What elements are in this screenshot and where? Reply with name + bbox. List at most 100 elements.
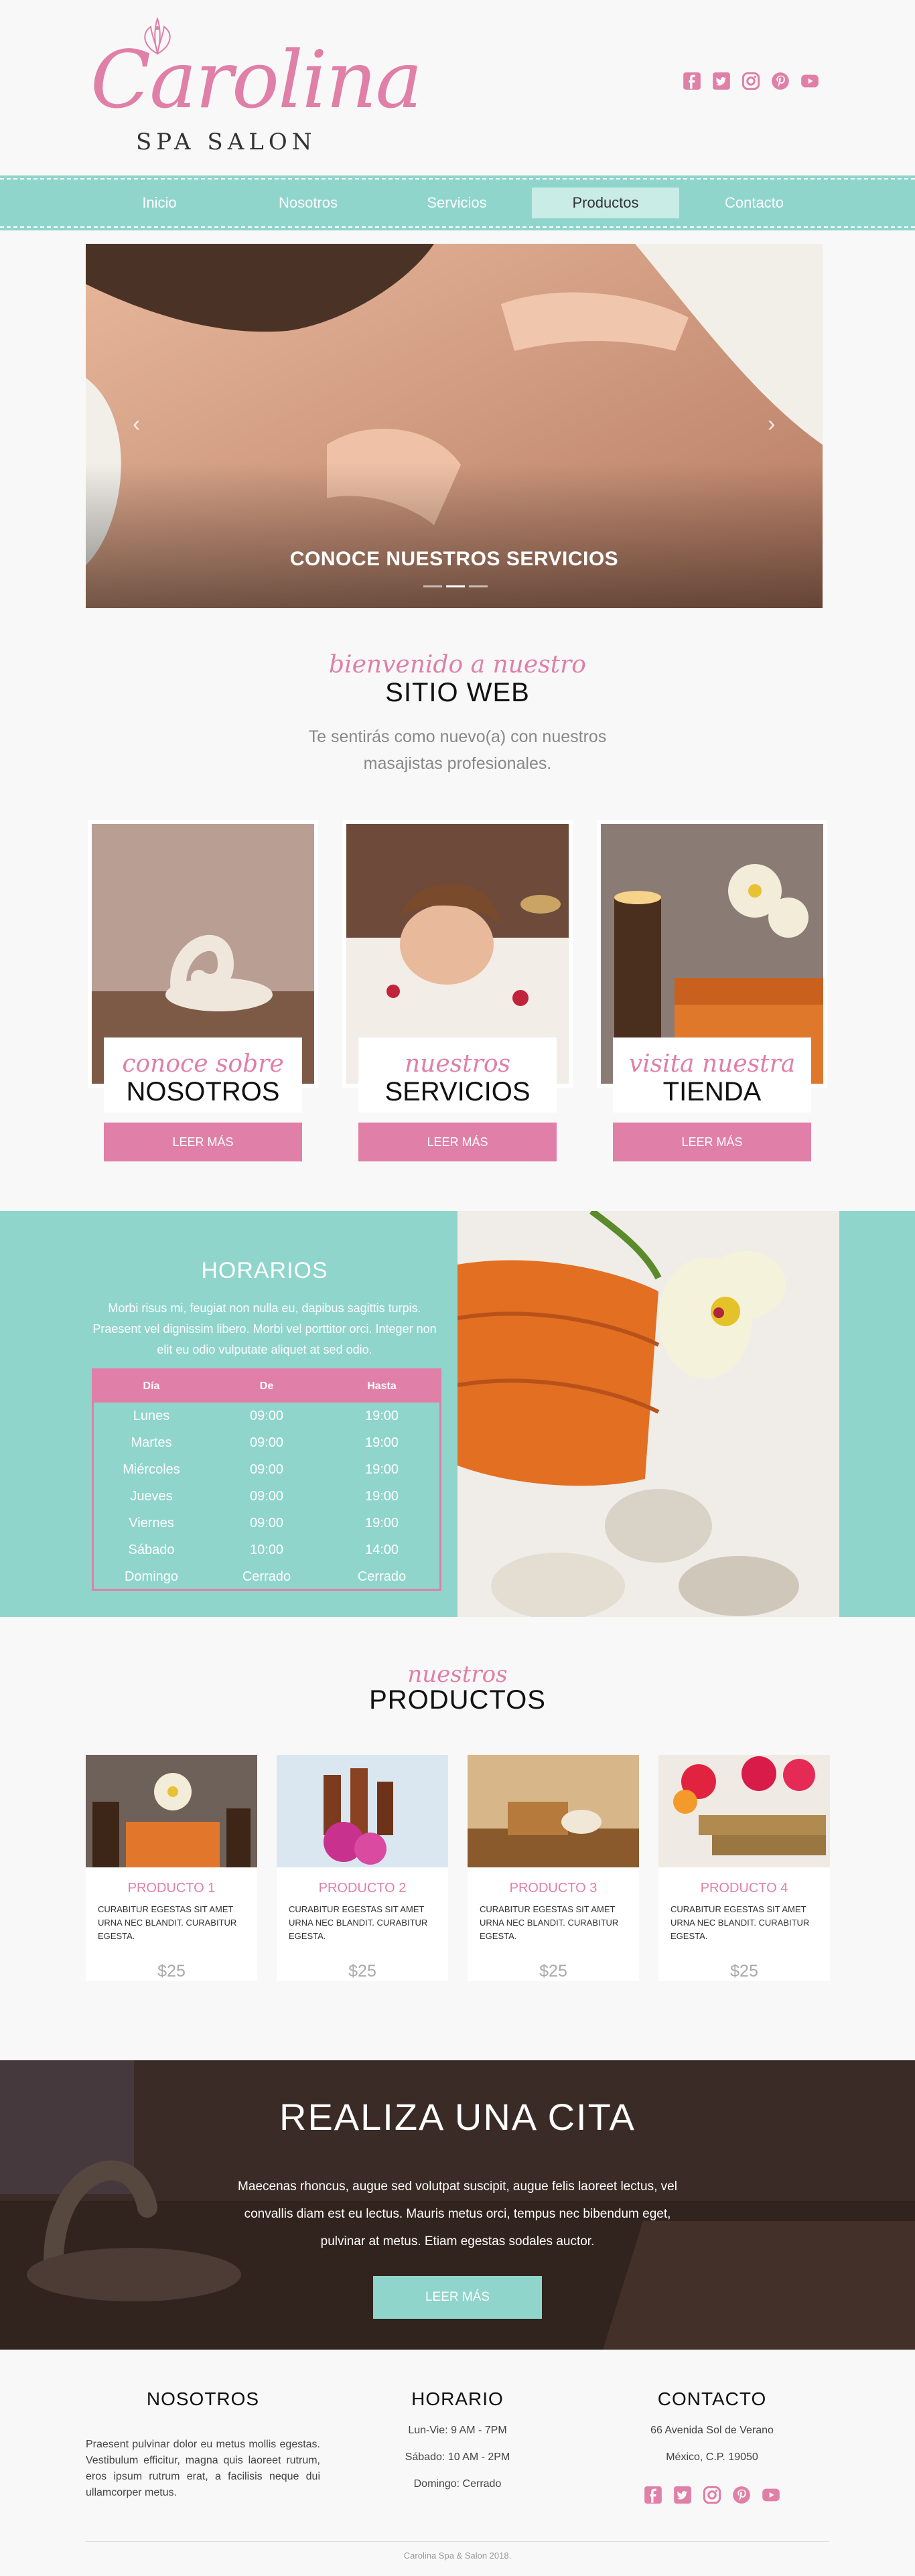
card-servicios: nuestros SERVICIOS LEER MÁS (342, 820, 573, 1161)
products-subtitle: nuestros (407, 1661, 508, 1688)
read-more-button[interactable]: LEER MÁS (358, 1123, 557, 1161)
footer-about-text: Praesent pulvinar dolor eu metus mollis … (86, 2439, 320, 2498)
table-cell: 09:00 (249, 1515, 284, 1530)
slider-caption: CONOCE NUESTROS SERVICIOS (289, 548, 619, 570)
table-cell: 10:00 (249, 1542, 284, 1557)
product-card[interactable]: PRODUCTO 3 CURABITUR EGESTAS SIT AMET UR… (468, 1755, 639, 1981)
product-name: PRODUCTO 1 (127, 1881, 216, 1895)
table-cell: Lunes (133, 1408, 170, 1423)
product-photo (86, 1755, 257, 1867)
hours-title: HORARIOS (201, 1258, 328, 1283)
header-social-links (682, 71, 820, 91)
welcome-title: SITIO WEB (385, 678, 530, 707)
read-more-button[interactable]: LEER MÁS (613, 1123, 811, 1161)
youtube-icon[interactable] (800, 71, 820, 91)
card-script: nuestros (405, 1050, 510, 1078)
product-photo (468, 1755, 639, 1867)
column-header: Hasta (367, 1380, 397, 1392)
table-cell: 14:00 (364, 1542, 399, 1557)
table-cell: Domingo (124, 1569, 179, 1584)
product-price: $25 (730, 1962, 758, 1981)
table-row: Sábado 10:00 14:00 (94, 1536, 439, 1563)
table-cell: 19:00 (364, 1461, 399, 1477)
table-row: Viernes 09:00 19:00 (94, 1510, 439, 1536)
table-cell: Jueves (130, 1488, 173, 1504)
welcome-subtitle: bienvenido a nuestro (329, 651, 586, 678)
appointment-section: REALIZA UNA CITA Maecenas rhoncus, augue… (0, 2060, 915, 2350)
slider-dot[interactable] (423, 585, 442, 587)
facebook-icon[interactable] (643, 2485, 663, 2505)
card-script: conoce sobre (122, 1050, 284, 1078)
table-cell: 19:00 (364, 1515, 399, 1530)
footer-social-links (591, 2485, 833, 2505)
nav-item-servicios[interactable]: Servicios (417, 188, 497, 218)
nav-item-inicio[interactable]: Inicio (119, 188, 200, 218)
welcome-text: Te sentirás como nuevo(a) con nuestros m… (308, 727, 607, 773)
card-title: TIENDA (662, 1077, 762, 1106)
product-photo (277, 1755, 448, 1867)
card-title: SERVICIOS (384, 1077, 531, 1106)
footer-contact-title: CONTACTO (657, 2388, 767, 2409)
card-label: conoce sobre NOSOTROS (104, 1037, 302, 1113)
hero-slider: ‹ › CONOCE NUESTROS SERVICIOS (86, 244, 823, 608)
footer-contact-line: México, C.P. 19050 (666, 2451, 758, 2463)
slider-dot-active[interactable] (446, 585, 465, 587)
card-label: nuestros SERVICIOS (358, 1037, 557, 1113)
product-card[interactable]: PRODUCTO 1 CURABITUR EGESTAS SIT AMET UR… (86, 1755, 257, 1981)
instagram-icon[interactable] (702, 2485, 722, 2505)
table-cell: Viernes (129, 1515, 174, 1530)
appointment-text: Maecenas rhoncus, augue sed volutpat sus… (238, 2179, 677, 2248)
card-script: visita nuestra (628, 1050, 796, 1078)
table-cell: Cerrado (357, 1569, 407, 1584)
hours-text: Morbi risus mi, feugiat non nulla eu, da… (92, 1301, 437, 1356)
pinterest-icon[interactable] (770, 71, 790, 91)
table-cell: 19:00 (364, 1488, 399, 1504)
card-title: NOSOTROS (126, 1077, 280, 1106)
footer-about: NOSOTROS Praesent pulvinar dolor eu metu… (86, 2388, 320, 2501)
read-more-button[interactable]: LEER MÁS (104, 1123, 302, 1161)
table-row: Domingo Cerrado Cerrado (94, 1563, 439, 1590)
table-header: Día De Hasta (94, 1370, 439, 1403)
table-row: Jueves 09:00 19:00 (94, 1483, 439, 1510)
brand-name: Carolina (90, 33, 423, 126)
slider-prev-arrow[interactable]: ‹ (133, 411, 140, 437)
table-cell: 09:00 (249, 1488, 284, 1504)
product-card[interactable]: PRODUCTO 4 CURABITUR EGESTAS SIT AMET UR… (658, 1755, 830, 1981)
pinterest-icon[interactable] (731, 2485, 752, 2505)
product-description: CURABITUR EGESTAS SIT AMET URNA NEC BLAN… (671, 1904, 810, 1941)
product-description: CURABITUR EGESTAS SIT AMET URNA NEC BLAN… (289, 1904, 428, 1941)
twitter-icon[interactable] (711, 71, 731, 91)
youtube-icon[interactable] (761, 2485, 781, 2505)
table-cell: 09:00 (249, 1435, 284, 1450)
hours-table: Día De Hasta Lunes 09:00 19:00 Martes 09:00… (92, 1368, 441, 1591)
appointment-button[interactable]: LEER MÁS (373, 2276, 542, 2319)
logo[interactable]: Carolina SPA SALON (90, 13, 423, 161)
footer-about-title: NOSOTROS (146, 2388, 260, 2409)
nav-item-productos[interactable]: Productos (532, 188, 679, 218)
footer-divider (86, 2541, 829, 2542)
footer-schedule-title: HORARIO (411, 2388, 504, 2409)
slider-dot[interactable] (469, 585, 488, 587)
table-cell: 19:00 (364, 1435, 399, 1450)
slider-dots (423, 585, 488, 587)
slider-next-arrow[interactable]: › (768, 411, 775, 437)
orchid-towels-photo (458, 1211, 839, 1617)
facebook-icon[interactable] (682, 71, 702, 91)
product-name: PRODUCTO 4 (700, 1881, 788, 1895)
product-name: PRODUCTO 2 (318, 1881, 407, 1895)
table-cell: Sábado (128, 1542, 175, 1557)
product-card[interactable]: PRODUCTO 2 CURABITUR EGESTAS SIT AMET UR… (277, 1755, 448, 1981)
product-price: $25 (157, 1962, 186, 1981)
main-nav: Inicio Nosotros Servicios Productos Cont… (0, 175, 915, 230)
copyright: Carolina Spa & Salon 2018. (403, 2551, 512, 2561)
twitter-icon[interactable] (673, 2485, 693, 2505)
table-row: Miércoles 09:00 19:00 (94, 1456, 439, 1483)
product-price: $25 (348, 1962, 376, 1981)
product-description: CURABITUR EGESTAS SIT AMET URNA NEC BLAN… (480, 1904, 619, 1941)
nav-item-contacto[interactable]: Contacto (714, 188, 794, 218)
footer-schedule-line: Domingo: Cerrado (413, 2478, 502, 2490)
footer-schedule-line: Sábado: 10 AM - 2PM (405, 2451, 510, 2463)
product-description: CURABITUR EGESTAS SIT AMET URNA NEC BLAN… (98, 1904, 237, 1941)
instagram-icon[interactable] (741, 71, 761, 91)
nav-item-nosotros[interactable]: Nosotros (268, 188, 348, 218)
